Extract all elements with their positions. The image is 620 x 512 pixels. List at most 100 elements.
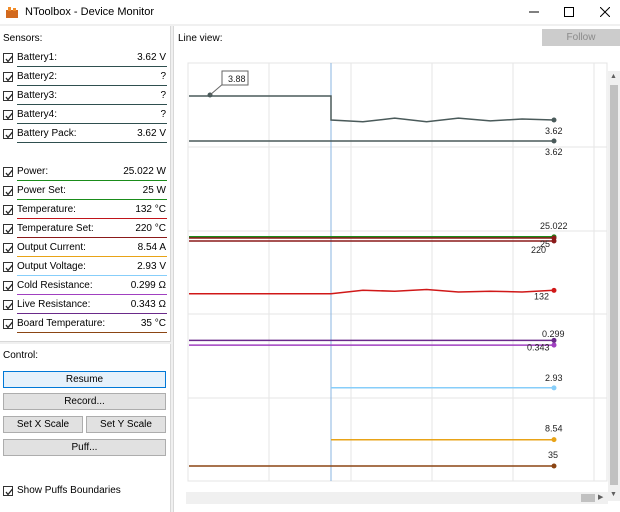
checkmark-icon (5, 283, 14, 291)
sensor-row: Temperature Set: 220 °C (3, 221, 167, 239)
record-button[interactable]: Record... (3, 393, 166, 410)
sensor-value: 132 °C (135, 204, 166, 215)
sensor-row: Output Current: 8.54 A (3, 240, 167, 258)
series-end-label: 3.62 (545, 147, 563, 157)
scroll-down-icon[interactable]: ▼ (610, 491, 617, 498)
sensor-value: 25.022 W (123, 166, 166, 177)
sensor-label: Board Temperature: (17, 318, 106, 329)
sensor-color-line (17, 85, 167, 86)
scroll-right-icon[interactable]: ▶ (598, 493, 603, 501)
sensor-label: Battery1: (17, 52, 58, 63)
set-x-scale-button[interactable]: Set X Scale (3, 416, 83, 433)
sensor-checkbox[interactable] (3, 300, 14, 310)
horizontal-scroll-thumb[interactable] (581, 494, 595, 502)
checkmark-icon (5, 488, 14, 496)
line-chart[interactable]: 3.62 3.62 25.022 25 220 132 0.299 0.343 2.93 8.54… (186, 61, 609, 483)
sensor-value: ? (160, 109, 166, 120)
sensor-checkbox[interactable] (3, 243, 14, 253)
follow-button: Follow (542, 29, 620, 46)
sensors-title: Sensors: (3, 33, 43, 44)
sensor-color-line (17, 123, 167, 124)
checkmark-icon (5, 131, 14, 139)
horizontal-scrollbar[interactable]: ▶ (186, 492, 608, 504)
sensor-checkbox[interactable] (3, 53, 14, 63)
close-button[interactable] (589, 0, 620, 24)
line-view-title: Line view: (178, 33, 223, 44)
sensor-label: Battery Pack: (17, 128, 77, 139)
sensor-color-line (17, 294, 167, 295)
sensor-checkbox[interactable] (3, 262, 14, 272)
series-end-marker (551, 385, 557, 391)
vertical-scroll-thumb[interactable] (610, 85, 618, 485)
sensor-row: Power Set: 25 W (3, 183, 167, 201)
sensor-row: Battery2:? (3, 69, 167, 87)
set-y-scale-button[interactable]: Set Y Scale (86, 416, 166, 433)
sensor-value: 35 °C (140, 318, 166, 329)
close-icon (600, 7, 610, 17)
checkmark-icon (5, 55, 14, 63)
sensor-checkbox[interactable] (3, 224, 14, 234)
series-end-label: 8.54 (545, 424, 563, 434)
checkmark-icon (5, 264, 14, 272)
sensor-checkbox[interactable] (3, 72, 14, 82)
sensor-color-line (17, 313, 167, 314)
checkbox-box[interactable] (3, 486, 14, 496)
sensor-checkbox[interactable] (3, 91, 14, 101)
puff-button[interactable]: Puff... (3, 439, 166, 456)
sensor-checkbox[interactable] (3, 281, 14, 291)
series-end-marker (551, 437, 557, 443)
sensor-row: Cold Resistance: 0.299 Ω (3, 278, 167, 296)
minimize-button[interactable] (518, 0, 550, 24)
sensor-color-line (17, 199, 167, 200)
sensor-row: Power: 25.022 W (3, 164, 167, 182)
sensor-color-line (17, 332, 167, 333)
sensor-row: Battery3:? (3, 88, 167, 106)
series-end-marker (551, 337, 557, 343)
sensor-value: 3.62 V (137, 128, 166, 139)
checkmark-icon (5, 112, 14, 120)
sensor-label: Power Set: (17, 185, 66, 196)
sensor-checkbox[interactable] (3, 110, 14, 120)
sensor-label: Battery2: (17, 71, 58, 82)
checkmark-icon (5, 93, 14, 101)
sensor-row: Battery1: 3.62 V (3, 50, 167, 68)
tooltip-value: 3.88 (228, 74, 246, 84)
checkmark-icon (5, 226, 14, 234)
checkmark-icon (5, 169, 14, 177)
ntoolbox-app-icon (6, 7, 18, 18)
resume-button[interactable]: Resume (3, 371, 166, 388)
series-end-marker (551, 287, 557, 293)
sensor-label: Power: (17, 166, 49, 177)
sensor-value: 2.93 V (137, 261, 166, 272)
sensor-row: Board Temperature: 35 °C (3, 316, 167, 334)
sensor-color-line (17, 218, 167, 219)
sensor-color-line (17, 180, 167, 181)
sensor-label: Battery3: (17, 90, 58, 101)
series-end-label: 2.93 (545, 373, 563, 383)
line-view-panel: Line view: Follow 3.62 3.62 25.022 25 220 132… (173, 26, 620, 512)
sensors-panel: Sensors: Battery1: 3.62 V Battery2:? Batter… (0, 26, 171, 342)
sensor-label: Live Resistance: (17, 299, 91, 310)
vertical-scrollbar[interactable]: ▲ ▼ (608, 71, 620, 501)
series-end-label: 25.022 (540, 221, 568, 231)
maximize-button[interactable] (553, 0, 585, 24)
series-end-marker (551, 138, 557, 144)
sensor-color-line (17, 66, 167, 67)
maximize-icon (564, 7, 574, 17)
sensor-checkbox[interactable] (3, 129, 14, 139)
series-end-marker (551, 235, 557, 241)
checkmark-icon (5, 245, 14, 253)
sensor-checkbox[interactable] (3, 167, 14, 177)
sensor-checkbox[interactable] (3, 319, 14, 329)
sensor-checkbox[interactable] (3, 205, 14, 215)
series-end-label: 132 (534, 291, 549, 301)
show-puffs-label: Show Puffs Boundaries (17, 485, 121, 496)
series-end-label: 0.343 (527, 342, 550, 352)
sensor-checkbox[interactable] (3, 186, 14, 196)
sensor-color-line (17, 256, 167, 257)
show-puffs-boundaries-checkbox[interactable]: Show Puffs Boundaries (3, 485, 163, 499)
scroll-up-icon[interactable]: ▲ (610, 73, 617, 80)
checkmark-icon (5, 188, 14, 196)
sensor-value: ? (160, 71, 166, 82)
sensor-color-line (17, 275, 167, 276)
